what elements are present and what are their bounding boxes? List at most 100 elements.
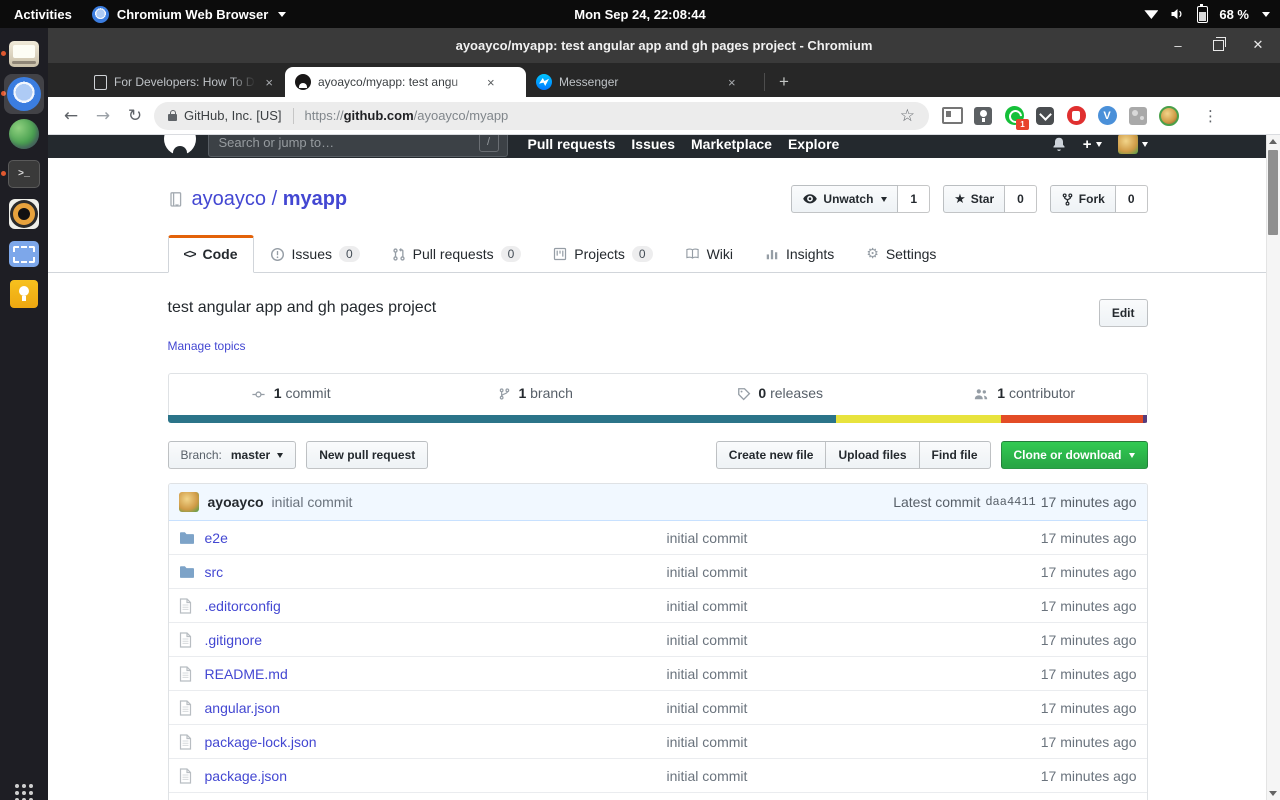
forward-button[interactable]: →	[88, 101, 118, 131]
commit-message-link[interactable]: initial commit	[667, 700, 748, 716]
tab-code[interactable]: <> Code	[168, 235, 254, 273]
new-pull-request-button[interactable]: New pull request	[306, 441, 428, 469]
tab-insights[interactable]: Insights	[749, 235, 850, 273]
file-name-link[interactable]: package-lock.json	[205, 734, 317, 750]
header-nav-marketplace[interactable]: Marketplace	[691, 136, 772, 152]
extension-pocket[interactable]	[1034, 105, 1056, 127]
browser-menu-button[interactable]: ⋮	[1197, 107, 1224, 125]
create-new-menu[interactable]: +	[1083, 136, 1102, 153]
find-file-button[interactable]: Find file	[919, 441, 991, 469]
tab-close-icon[interactable]: ×	[263, 75, 275, 90]
scroll-down-arrow[interactable]	[1267, 787, 1279, 800]
extension-mono[interactable]	[1127, 105, 1149, 127]
system-tray[interactable]: 68 %	[1144, 6, 1280, 23]
commit-message-link[interactable]: initial commit	[667, 734, 748, 750]
file-name-link[interactable]: .gitignore	[205, 632, 263, 648]
dock-item-screenshot[interactable]	[4, 234, 44, 274]
fork-button[interactable]: Fork	[1050, 185, 1116, 213]
file-name-link[interactable]: src	[205, 564, 224, 580]
page-scrollbar[interactable]	[1266, 135, 1280, 800]
repo-name-link[interactable]: myapp	[283, 188, 347, 210]
tab-pull-requests[interactable]: Pull requests 0	[376, 235, 538, 273]
browser-tab-active[interactable]: ayoayco/myapp: test angu ×	[285, 67, 526, 97]
tab-issues[interactable]: Issues 0	[254, 235, 376, 273]
dock-item-notes[interactable]	[4, 274, 44, 314]
branches-stat[interactable]: 1 branch	[413, 374, 658, 415]
header-nav-pull-requests[interactable]: Pull requests	[528, 136, 616, 152]
dock-item-files[interactable]	[4, 34, 44, 74]
contributors-stat[interactable]: 1 contributor	[902, 374, 1147, 415]
commit-message-link[interactable]: initial commit	[667, 530, 748, 546]
extension-grammar[interactable]: 1	[1003, 105, 1025, 127]
address-bar[interactable]: GitHub, Inc. [US] https://github.com/ayo…	[154, 102, 929, 130]
github-search[interactable]: /	[208, 135, 508, 157]
commit-message-link[interactable]: initial commit	[667, 768, 748, 784]
forks-count[interactable]: 0	[1116, 185, 1148, 213]
unwatch-button[interactable]: Unwatch	[791, 185, 898, 213]
create-new-file-button[interactable]: Create new file	[716, 441, 827, 469]
tab-close-icon[interactable]: ×	[485, 75, 497, 90]
commit-message-link[interactable]: initial commit	[272, 494, 353, 510]
header-nav-issues[interactable]: Issues	[631, 136, 675, 152]
dock-item-globe[interactable]	[4, 114, 44, 154]
manage-topics-link[interactable]: Manage topics	[168, 339, 246, 353]
scrollbar-thumb[interactable]	[1268, 150, 1278, 235]
dock-item-chromium[interactable]	[4, 74, 44, 114]
commits-stat[interactable]: 1 commit	[169, 374, 414, 415]
file-name-link[interactable]: e2e	[205, 530, 228, 546]
restore-button[interactable]	[1210, 38, 1226, 54]
scroll-up-arrow[interactable]	[1267, 135, 1279, 148]
file-name-link[interactable]: package.json	[205, 768, 288, 784]
browser-tab[interactable]: Messenger ×	[526, 67, 762, 97]
tab-close-icon[interactable]: ×	[726, 75, 738, 90]
reload-button[interactable]: ↻	[120, 101, 150, 131]
upload-files-button[interactable]: Upload files	[825, 441, 919, 469]
new-tab-button[interactable]: +	[771, 70, 797, 94]
browser-tab[interactable]: For Developers: How To D ×	[84, 67, 285, 97]
security-label[interactable]: GitHub, Inc. [US]	[184, 108, 282, 123]
edit-button[interactable]: Edit	[1099, 299, 1148, 327]
extension-adblock[interactable]	[1065, 105, 1087, 127]
clock[interactable]: Mon Sep 24, 22:08:44	[574, 7, 706, 22]
commit-author-link[interactable]: ayoayco	[208, 494, 264, 510]
close-button[interactable]: ✕	[1250, 38, 1266, 54]
avatar[interactable]	[179, 492, 199, 512]
commit-message-link[interactable]: initial commit	[667, 632, 748, 648]
commit-sha-link[interactable]: daa4411	[985, 495, 1035, 509]
watchers-count[interactable]: 1	[898, 185, 930, 213]
repo-owner-link[interactable]: ayoayco	[192, 188, 267, 210]
minimize-button[interactable]: –	[1170, 38, 1186, 54]
commit-message-link[interactable]: initial commit	[667, 598, 748, 614]
github-logo-icon[interactable]	[164, 135, 196, 155]
file-name-link[interactable]: .editorconfig	[205, 598, 281, 614]
branch-selector[interactable]: Branch: master	[168, 441, 297, 469]
file-name-link[interactable]: angular.json	[205, 700, 281, 716]
file-name-link[interactable]: README.md	[205, 666, 288, 682]
bell-icon[interactable]	[1051, 136, 1067, 152]
tab-wiki[interactable]: Wiki	[669, 235, 749, 273]
show-applications-button[interactable]	[15, 784, 19, 788]
stars-count[interactable]: 0	[1005, 185, 1037, 213]
clone-or-download-button[interactable]: Clone or download	[1001, 441, 1148, 469]
extension-reader[interactable]	[941, 105, 963, 127]
tab-projects[interactable]: Projects 0	[537, 235, 668, 273]
dock-item-media[interactable]	[4, 194, 44, 234]
user-menu[interactable]	[1118, 135, 1148, 154]
releases-stat[interactable]: 0 releases	[658, 374, 903, 415]
bookmark-star-icon[interactable]: ☆	[900, 106, 915, 126]
profile-avatar[interactable]	[1158, 105, 1180, 127]
app-menu-button[interactable]: Chromium Web Browser	[92, 6, 286, 23]
search-input[interactable]	[217, 135, 479, 151]
header-nav-explore[interactable]: Explore	[788, 136, 839, 152]
extension-vimium[interactable]: V	[1096, 105, 1118, 127]
back-button[interactable]: ←	[56, 101, 86, 131]
dock-item-terminal[interactable]: >_	[4, 154, 44, 194]
tab-settings[interactable]: ⚙ Settings	[850, 235, 952, 273]
extension-lamp[interactable]	[972, 105, 994, 127]
language-bar[interactable]	[168, 415, 1148, 423]
commit-message-link[interactable]: initial commit	[667, 564, 748, 580]
commit-message-link[interactable]: initial commit	[667, 666, 748, 682]
activities-button[interactable]: Activities	[14, 7, 72, 22]
window-titlebar[interactable]: ayoayco/myapp: test angular app and gh p…	[48, 28, 1280, 63]
star-button[interactable]: ★ Star	[943, 185, 1005, 213]
